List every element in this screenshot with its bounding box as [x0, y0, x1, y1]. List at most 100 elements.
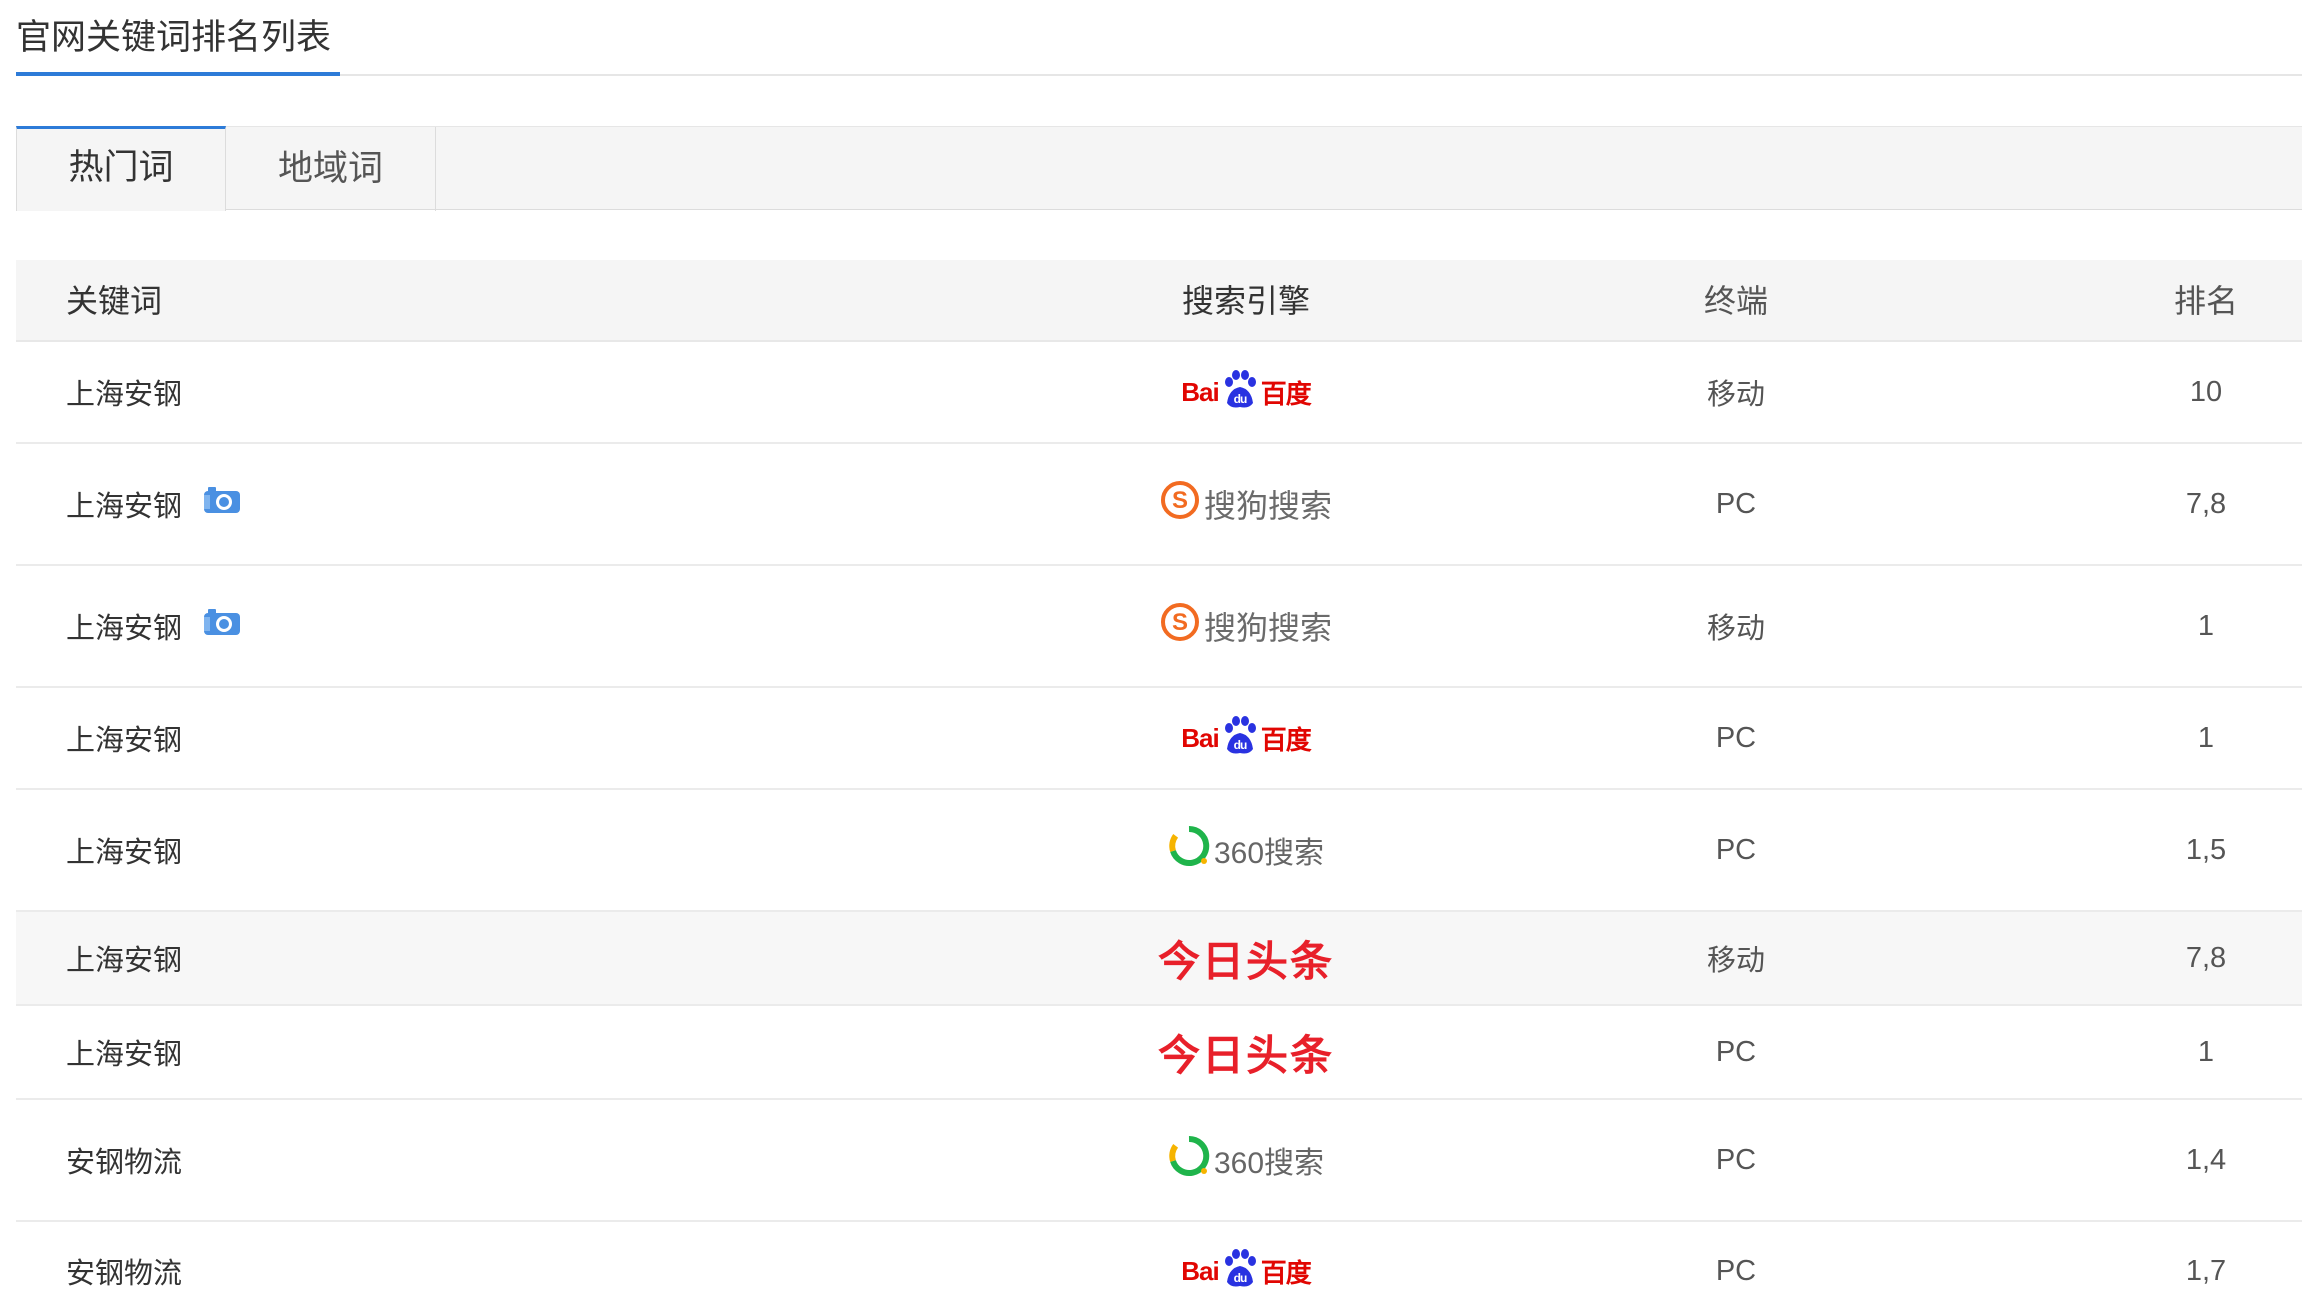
keyword-text: 安钢物流 — [66, 1258, 183, 1290]
keyword-cell: 安钢物流 — [66, 1222, 182, 1310]
keyword-cell: 上海安钢 — [66, 1006, 182, 1098]
baidu-logo: Bai du 百度 — [1181, 1248, 1312, 1295]
so360-logo-text: 360搜索 — [1213, 1147, 1325, 1180]
terminal-cell: 移动 — [1706, 945, 1765, 977]
baidu-logo-text-left: Bai — [1181, 376, 1219, 407]
svg-text:du: du — [1233, 738, 1246, 752]
keyword-cell: 上海安钢 — [66, 566, 242, 686]
engine-cell: 今日头条 — [1066, 912, 1426, 1004]
baidu-paw-icon: du — [1221, 1248, 1259, 1295]
terminal-cell: PC — [1715, 1143, 1757, 1176]
engine-cell: Bai du 百度 — [1066, 688, 1426, 788]
so360-logo: 360搜索 — [1168, 825, 1324, 875]
header-engine: 搜索引擎 — [1181, 283, 1310, 319]
tab-region-words[interactable]: 地域词 — [226, 127, 436, 211]
tab-bar: 热门词 地域词 — [16, 126, 2302, 211]
svg-text:S: S — [1172, 487, 1188, 514]
keyword-text: 上海安钢 — [66, 945, 183, 977]
table-row: 上海安钢 360搜索 PC 1,5 — [16, 790, 2302, 912]
keyword-cell: 上海安钢 — [66, 444, 242, 564]
keyword-cell: 上海安钢 — [66, 912, 182, 1004]
keyword-cell: 上海安钢 — [66, 790, 182, 910]
snapshot-camera-icon[interactable] — [202, 485, 242, 523]
rank-cell: 10 — [2189, 375, 2223, 408]
baidu-logo: Bai du 百度 — [1181, 369, 1312, 416]
page-title: 官网关键词排名列表 — [16, 18, 332, 57]
keyword-cell: 上海安钢 — [66, 688, 182, 788]
engine-cell: S 搜狗搜索 — [1066, 566, 1426, 686]
keyword-text: 上海安钢 — [66, 491, 183, 523]
rank-cell: 7,8 — [2185, 487, 2227, 520]
sogou-badge-icon: S — [1160, 602, 1200, 650]
baidu-logo-text-right: 百度 — [1260, 378, 1312, 409]
svg-text:du: du — [1233, 1271, 1246, 1285]
baidu-logo-text-right: 百度 — [1260, 724, 1312, 755]
rank-cell: 1,7 — [2185, 1254, 2227, 1287]
rank-cell: 1,4 — [2185, 1143, 2227, 1176]
sogou-badge-icon: S — [1160, 480, 1200, 528]
engine-cell: 今日头条 — [1066, 1006, 1426, 1098]
snapshot-camera-icon[interactable] — [202, 607, 242, 645]
terminal-cell: PC — [1715, 1035, 1757, 1068]
engine-cell: S 搜狗搜索 — [1066, 444, 1426, 564]
engine-cell: 360搜索 — [1066, 1100, 1426, 1220]
svg-text:S: S — [1172, 609, 1188, 636]
keyword-cell: 安钢物流 — [66, 1100, 182, 1220]
baidu-logo: Bai du 百度 — [1181, 715, 1312, 762]
engine-cell: Bai du 百度 — [1066, 1222, 1426, 1310]
engine-cell: Bai du 百度 — [1066, 342, 1426, 442]
header-rank[interactable]: 排名 — [2126, 260, 2286, 342]
baidu-paw-icon: du — [1221, 369, 1259, 416]
table-row: 上海安钢 今日头条 移动 7,8 — [16, 912, 2302, 1006]
terminal-cell: PC — [1715, 487, 1757, 520]
keyword-text: 上海安钢 — [66, 613, 183, 645]
header-terminal: 终端 — [1703, 283, 1768, 319]
rank-cell: 7,8 — [2185, 941, 2227, 974]
keyword-text: 上海安钢 — [66, 725, 183, 757]
keyword-cell: 上海安钢 — [66, 342, 182, 442]
sogou-logo: S 搜狗搜索 — [1160, 480, 1332, 528]
table-body: 上海安钢 Bai du 百度 移动 10 上海安钢 S 搜狗搜索 PC 7,8 上海安钢 S 搜狗搜索 移动… — [16, 342, 2302, 1310]
keyword-ranking-table: 关键词 搜索引擎 终端 排名 上海安钢 Bai du 百度 移动 10 上海安钢 S 搜狗搜索 P… — [16, 260, 2302, 1310]
sogou-logo: S 搜狗搜索 — [1160, 602, 1332, 650]
so360-logo: 360搜索 — [1168, 1135, 1324, 1185]
baidu-paw-icon: du — [1221, 715, 1259, 762]
baidu-logo-text-right: 百度 — [1260, 1257, 1312, 1288]
toutiao-logo: 今日头条 — [1157, 1031, 1334, 1079]
keyword-text: 安钢物流 — [66, 1147, 183, 1179]
keyword-text: 上海安钢 — [66, 837, 183, 869]
rank-cell: 1 — [2197, 609, 2215, 642]
table-header: 关键词 搜索引擎 终端 排名 — [16, 260, 2302, 342]
terminal-cell: PC — [1715, 721, 1757, 754]
tab-hot-words[interactable]: 热门词 — [16, 126, 226, 211]
baidu-logo-text-left: Bai — [1181, 1255, 1219, 1286]
table-row: 安钢物流 360搜索 PC 1,4 — [16, 1100, 2302, 1222]
rank-cell: 1 — [2197, 721, 2215, 754]
engine-cell: 360搜索 — [1066, 790, 1426, 910]
toutiao-logo: 今日头条 — [1157, 937, 1334, 985]
table-row: 安钢物流 Bai du 百度 PC 1,7 — [16, 1222, 2302, 1310]
header-keyword: 关键词 — [66, 283, 163, 319]
table-row: 上海安钢 S 搜狗搜索 PC 7,8 — [16, 444, 2302, 566]
section-header: 官网关键词排名列表 — [16, 0, 2302, 76]
table-row: 上海安钢 Bai du 百度 移动 10 — [16, 342, 2302, 444]
keyword-text: 上海安钢 — [66, 1039, 183, 1071]
svg-text:du: du — [1233, 392, 1246, 406]
terminal-cell: 移动 — [1706, 613, 1765, 645]
table-row: 上海安钢 Bai du 百度 PC 1 — [16, 688, 2302, 790]
so360-ring-icon — [1168, 1135, 1210, 1185]
so360-ring-icon — [1168, 825, 1210, 875]
table-row: 上海安钢 S 搜狗搜索 移动 1 — [16, 566, 2302, 688]
terminal-cell: PC — [1715, 833, 1757, 866]
sogou-logo-text: 搜狗搜索 — [1203, 488, 1332, 524]
so360-logo-text: 360搜索 — [1213, 837, 1325, 870]
terminal-cell: 移动 — [1706, 379, 1765, 411]
title-underline — [16, 72, 340, 76]
keyword-text: 上海安钢 — [66, 379, 183, 411]
terminal-cell: PC — [1715, 1254, 1757, 1287]
rank-cell: 1,5 — [2185, 833, 2227, 866]
table-row: 上海安钢 今日头条 PC 1 — [16, 1006, 2302, 1100]
rank-cell: 1 — [2197, 1035, 2215, 1068]
sogou-logo-text: 搜狗搜索 — [1203, 610, 1332, 646]
baidu-logo-text-left: Bai — [1181, 722, 1219, 753]
